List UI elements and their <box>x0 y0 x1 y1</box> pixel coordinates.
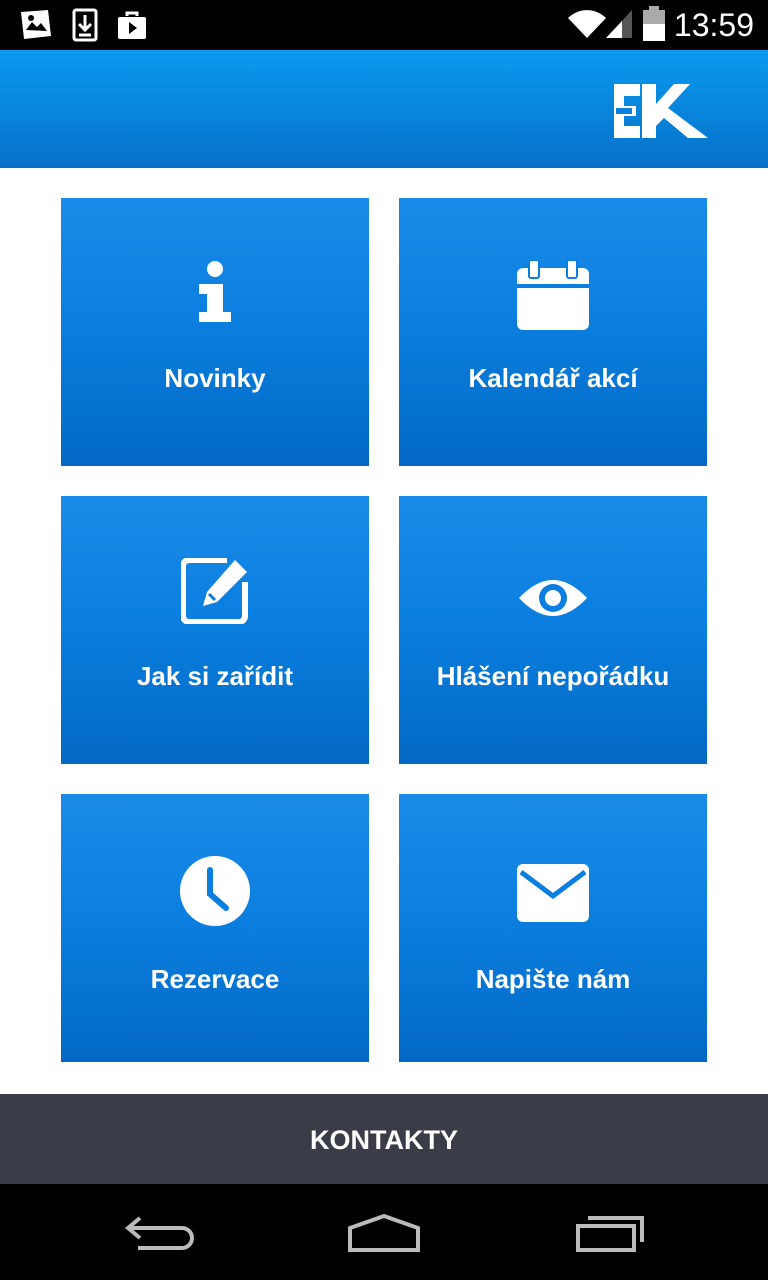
info-icon <box>195 260 235 329</box>
download-icon <box>72 8 98 47</box>
mail-icon <box>517 864 589 927</box>
brand-logo <box>614 82 710 145</box>
clock-icon <box>180 856 250 931</box>
contacts-button[interactable]: KONTAKTY <box>0 1094 768 1184</box>
home-icon[interactable] <box>346 1213 422 1259</box>
menu-grid: Novinky Kalendář akcí Jak si zařídit Hlá… <box>0 168 768 1094</box>
tile-label: Rezervace <box>150 964 280 994</box>
app-bar <box>0 50 768 168</box>
play-store-icon <box>116 8 148 47</box>
eye-icon <box>517 576 589 625</box>
navigation-bar <box>0 1184 768 1280</box>
tile-label: Jak si zařídit <box>136 661 294 691</box>
tile-napiste-nam[interactable]: Napište nám <box>399 794 707 1062</box>
status-bar: 13:59 <box>0 0 768 50</box>
edit-icon <box>180 557 249 629</box>
wifi-icon <box>566 8 608 45</box>
tile-kalendar[interactable]: Kalendář akcí <box>399 198 707 466</box>
tile-label: Novinky <box>164 363 266 393</box>
tile-label: Kalendář akcí <box>468 363 638 393</box>
back-icon[interactable] <box>124 1214 196 1259</box>
tile-rezervace[interactable]: Rezervace <box>61 794 369 1062</box>
signal-icon <box>604 8 634 45</box>
status-time: 13:59 <box>673 7 754 43</box>
battery-icon <box>642 6 666 47</box>
tile-jak-si-zaridit[interactable]: Jak si zařídit <box>61 496 369 764</box>
tile-label: Napište nám <box>475 964 631 994</box>
recent-apps-icon[interactable] <box>574 1214 646 1259</box>
tile-novinky[interactable]: Novinky <box>61 198 369 466</box>
photo-notification-icon <box>18 8 54 47</box>
tile-label: Hlášení nepořádku <box>436 661 670 691</box>
tile-hlaseni-neporadku[interactable]: Hlášení nepořádku <box>399 496 707 764</box>
calendar-icon <box>517 259 589 335</box>
